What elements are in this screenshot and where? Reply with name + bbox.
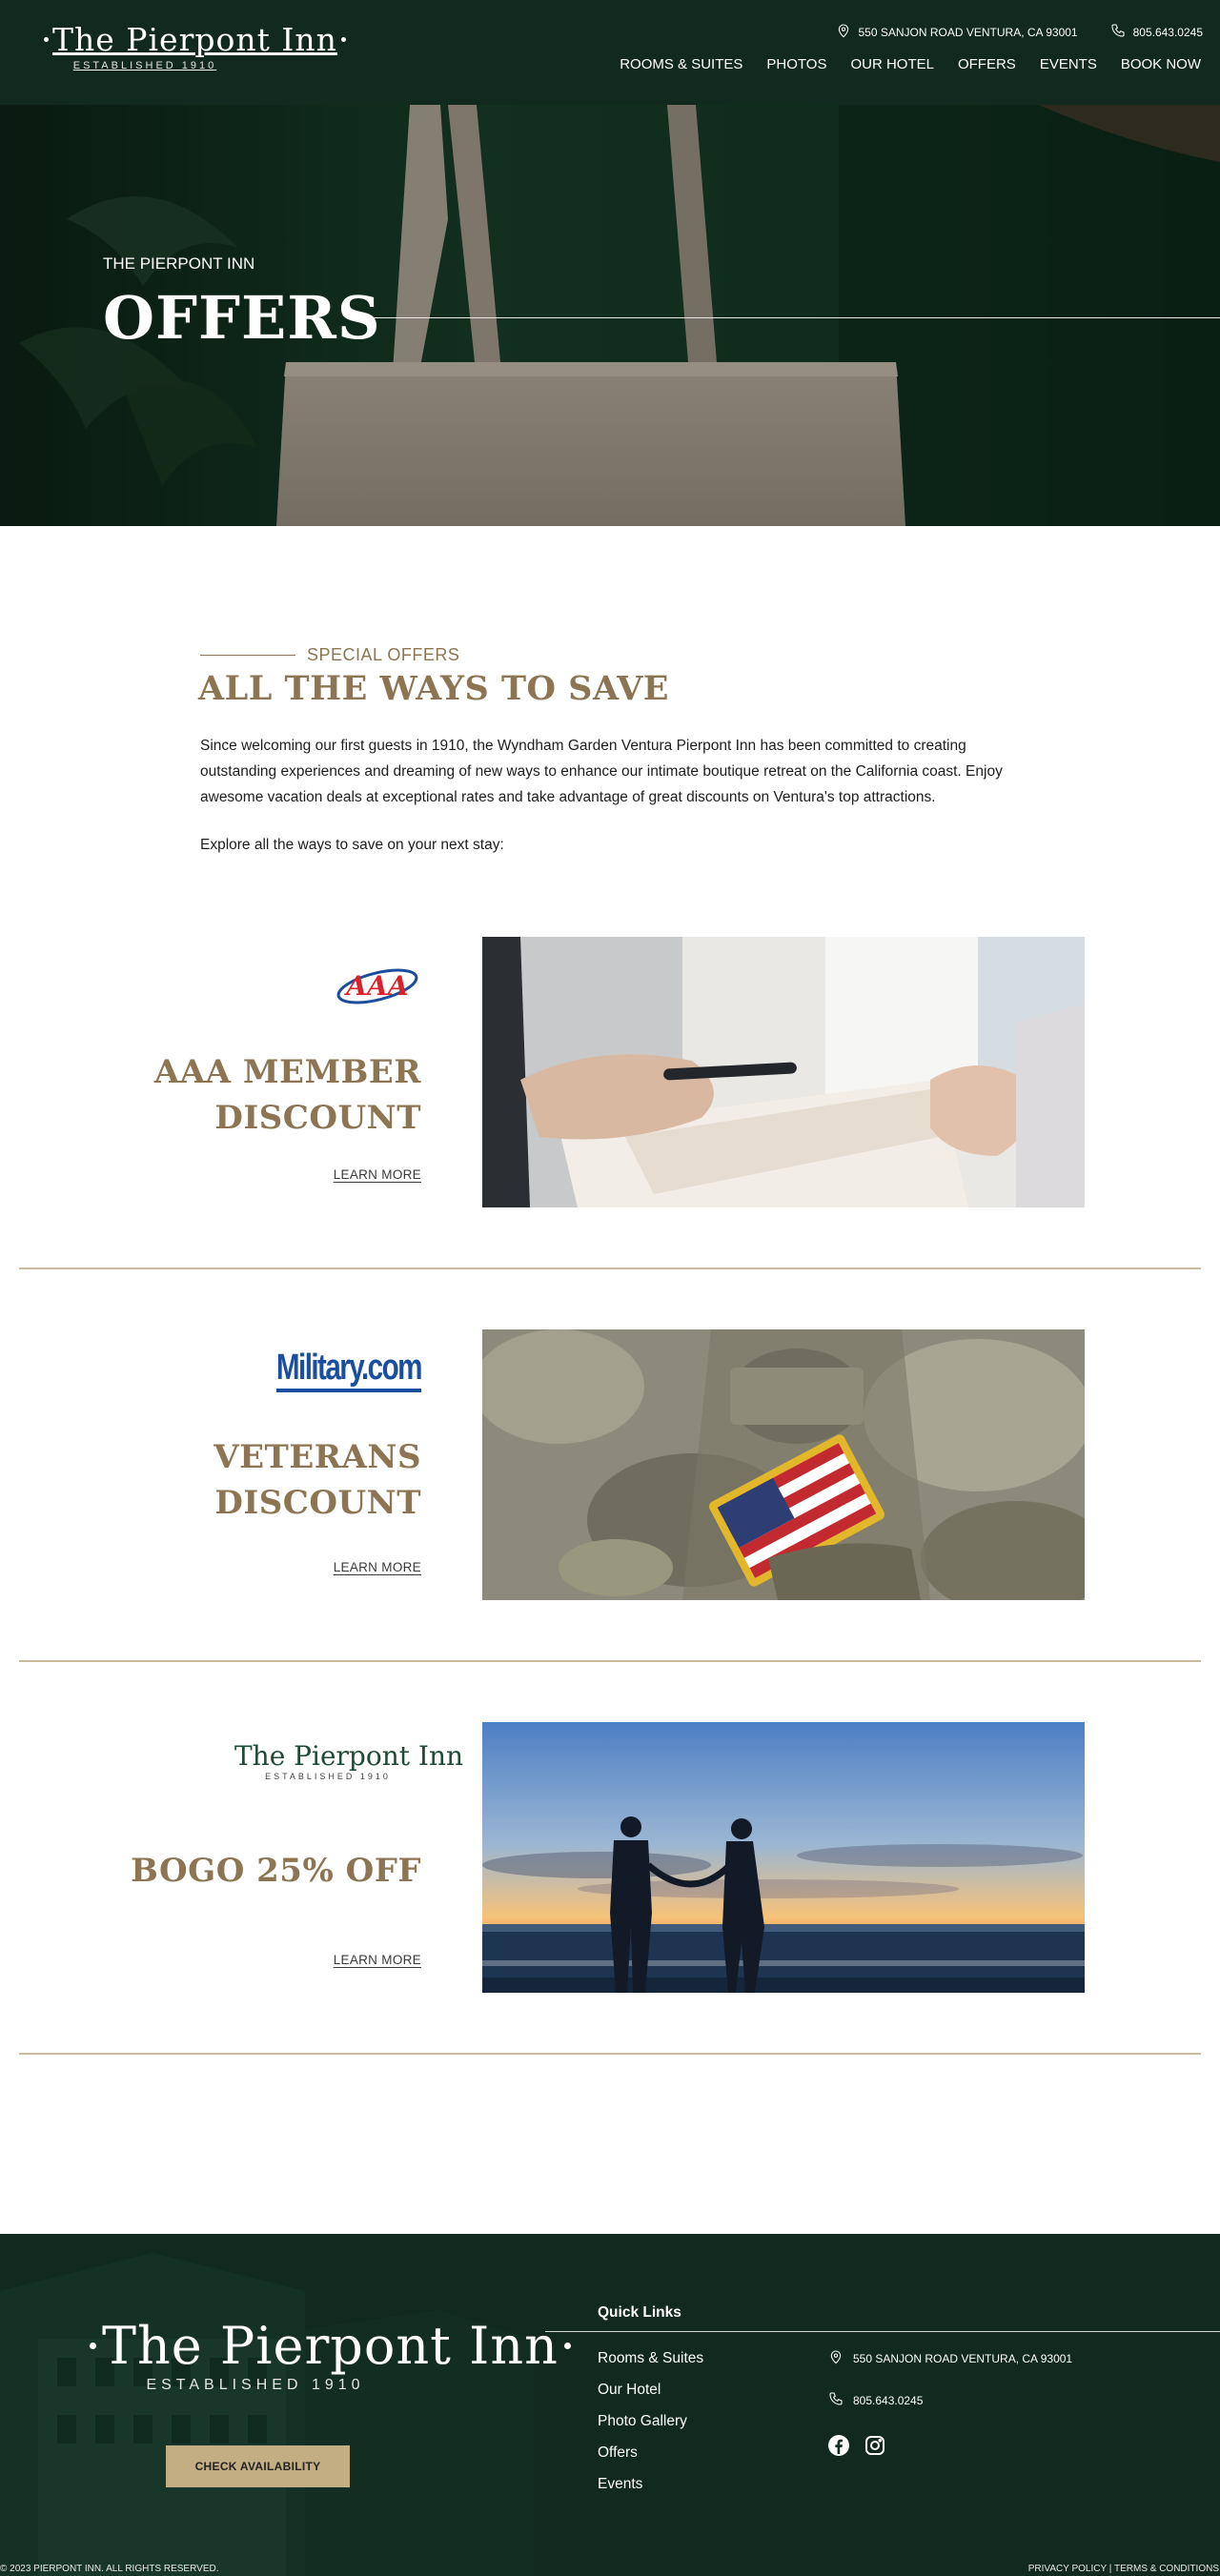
offer-title: VETERANS DISCOUNT <box>214 1434 421 1526</box>
offer-title: AAA MEMBER DISCOUNT <box>154 1049 421 1141</box>
pierpont-logo-tagline: ESTABLISHED 1910 <box>265 1772 391 1781</box>
list-item: Our Hotel <box>598 2382 703 2413</box>
offer-aaa: AAA AAA MEMBER DISCOUNT LEARN MORE <box>0 937 1220 1329</box>
offer-title-line: BOGO 25% OFF <box>131 1852 421 1890</box>
logo-tagline: ESTABLISHED 1910 <box>72 60 217 71</box>
military-com-logo: Military.com <box>235 1349 423 1392</box>
legal-links: PRIVACY POLICY | TERMS & CONDITIONS <box>1028 2564 1219 2574</box>
offer-title-line: VETERANS <box>214 1438 421 1476</box>
site-header: The Pierpont Inn ESTABLISHED 1910 550 SA… <box>0 0 1220 105</box>
header-address-text: 550 SANJON ROAD VENTURA, CA 93001 <box>858 25 1078 39</box>
list-item: Rooms & Suites <box>598 2350 703 2382</box>
offer-divider <box>19 1660 1201 1662</box>
phone-icon <box>1110 23 1126 41</box>
offer-image <box>482 1722 1085 1993</box>
offer-divider <box>19 1268 1201 1269</box>
hero-eyebrow: THE PIERPONT INN <box>103 254 255 273</box>
quick-links-divider <box>545 2331 1220 2332</box>
header-contact: 550 SANJON ROAD VENTURA, CA 93001 805.64… <box>836 23 1203 41</box>
nav-book-now[interactable]: BOOK NOW <box>1121 56 1201 72</box>
list-item: Offers <box>598 2444 703 2476</box>
learn-more-link[interactable]: LEARN MORE <box>334 1953 421 1967</box>
quick-links-list: Rooms & Suites Our Hotel Photo Gallery O… <box>598 2350 703 2507</box>
pierpont-logo-name: The Pierpont Inn <box>234 1740 464 1772</box>
header-phone-text: 805.643.0245 <box>1132 25 1203 39</box>
offer-veterans: Military.com VETERANS DISCOUNT LEARN MOR… <box>0 1329 1220 1722</box>
quick-link-events[interactable]: Events <box>598 2476 642 2492</box>
couple-beach-sunset-photo <box>482 1722 1085 1993</box>
footer-logo[interactable]: The Pierpont Inn ESTABLISHED 1910 <box>84 2316 571 2394</box>
phone-icon <box>828 2391 844 2409</box>
site-footer: The Pierpont Inn ESTABLISHED 1910 CHECK … <box>0 2234 1220 2576</box>
pierpont-inn-logo: The Pierpont Inn ESTABLISHED 1910 <box>234 1740 464 1782</box>
intro-section: SPECIAL OFFERS ALL THE WAYS TO SAVE Sinc… <box>0 526 1220 888</box>
facebook-icon[interactable] <box>827 2434 850 2457</box>
military-uniform-flag-patch-photo <box>482 1329 1085 1600</box>
intro-title: ALL THE WAYS TO SAVE <box>198 669 669 708</box>
intro-cta: Explore all the ways to save on your nex… <box>200 837 504 853</box>
intro-body: Since welcoming our first guests in 1910… <box>200 738 1003 805</box>
eyebrow-divider <box>200 655 295 656</box>
quick-link-our-hotel[interactable]: Our Hotel <box>598 2382 661 2398</box>
offer-title-line: AAA MEMBER <box>153 1053 421 1091</box>
check-availability-button[interactable]: CHECK AVAILABILITY <box>166 2445 350 2487</box>
list-item: Photo Gallery <box>598 2413 703 2444</box>
map-pin-icon <box>828 2349 844 2367</box>
map-pin-icon <box>836 23 851 41</box>
terms-conditions-link[interactable]: TERMS & CONDITIONS <box>1114 2564 1219 2574</box>
intro-eyebrow-text: SPECIAL OFFERS <box>307 645 460 664</box>
hero-divider <box>374 317 1220 318</box>
offer-title: BOGO 25% OFF <box>131 1848 421 1894</box>
footer-logo-name: The Pierpont Inn <box>102 2316 559 2376</box>
offer-bogo: The Pierpont Inn ESTABLISHED 1910 BOGO 2… <box>0 1722 1220 2115</box>
quick-link-offers[interactable]: Offers <box>598 2444 638 2461</box>
main-nav: ROOMS & SUITES PHOTOS OUR HOTEL OFFERS E… <box>620 56 1201 72</box>
svg-text:AAA: AAA <box>343 970 408 1002</box>
nav-photos[interactable]: PHOTOS <box>766 56 826 72</box>
quick-link-rooms-suites[interactable]: Rooms & Suites <box>598 2350 703 2366</box>
nav-rooms-suites[interactable]: ROOMS & SUITES <box>620 56 742 72</box>
intro-eyebrow: SPECIAL OFFERS <box>200 645 459 665</box>
logo-name: The Pierpont Inn <box>52 21 337 58</box>
footer-logo-tagline: ESTABLISHED 1910 <box>146 2377 365 2393</box>
nav-offers[interactable]: OFFERS <box>958 56 1016 72</box>
offer-title-line: DISCOUNT <box>214 1099 421 1137</box>
header-address[interactable]: 550 SANJON ROAD VENTURA, CA 93001 <box>836 23 1078 41</box>
offer-image <box>482 937 1085 1207</box>
hero-title: OFFERS <box>103 283 381 353</box>
handshake-document-photo <box>482 937 1085 1207</box>
social-links <box>827 2434 886 2457</box>
nav-our-hotel[interactable]: OUR HOTEL <box>850 56 934 72</box>
nav-events[interactable]: EVENTS <box>1040 56 1097 72</box>
footer-address-text: 550 SANJON ROAD VENTURA, CA 93001 <box>853 2351 1073 2365</box>
privacy-policy-link[interactable]: PRIVACY POLICY <box>1028 2564 1107 2574</box>
copyright-text: © 2023 PIERPONT INN. ALL RIGHTS RESERVED… <box>0 2564 219 2574</box>
list-item: Events <box>598 2476 703 2507</box>
offer-title-line: DISCOUNT <box>214 1484 421 1522</box>
footer-phone[interactable]: 805.643.0245 <box>828 2391 923 2409</box>
legal-separator: | <box>1108 2564 1112 2574</box>
learn-more-link[interactable]: LEARN MORE <box>334 1560 421 1574</box>
footer-address[interactable]: 550 SANJON ROAD VENTURA, CA 93001 <box>828 2349 1072 2367</box>
instagram-icon[interactable] <box>864 2434 886 2457</box>
quick-link-photo-gallery[interactable]: Photo Gallery <box>598 2413 687 2429</box>
military-com-logo-text: Military.com <box>275 1349 423 1392</box>
footer-phone-text: 805.643.0245 <box>853 2393 924 2407</box>
aaa-logo: AAA <box>334 960 421 1018</box>
header-phone[interactable]: 805.643.0245 <box>1110 23 1203 41</box>
offer-image <box>482 1329 1085 1600</box>
aaa-logo-icon: AAA <box>336 968 418 1004</box>
footer-hotel-illustration <box>0 2253 534 2576</box>
hero-banner: THE PIERPONT INN OFFERS <box>0 105 1220 526</box>
learn-more-link[interactable]: LEARN MORE <box>334 1167 421 1182</box>
offer-divider <box>19 2053 1201 2055</box>
site-logo[interactable]: The Pierpont Inn ESTABLISHED 1910 <box>40 21 346 71</box>
quick-links-title: Quick Links <box>598 2304 681 2321</box>
